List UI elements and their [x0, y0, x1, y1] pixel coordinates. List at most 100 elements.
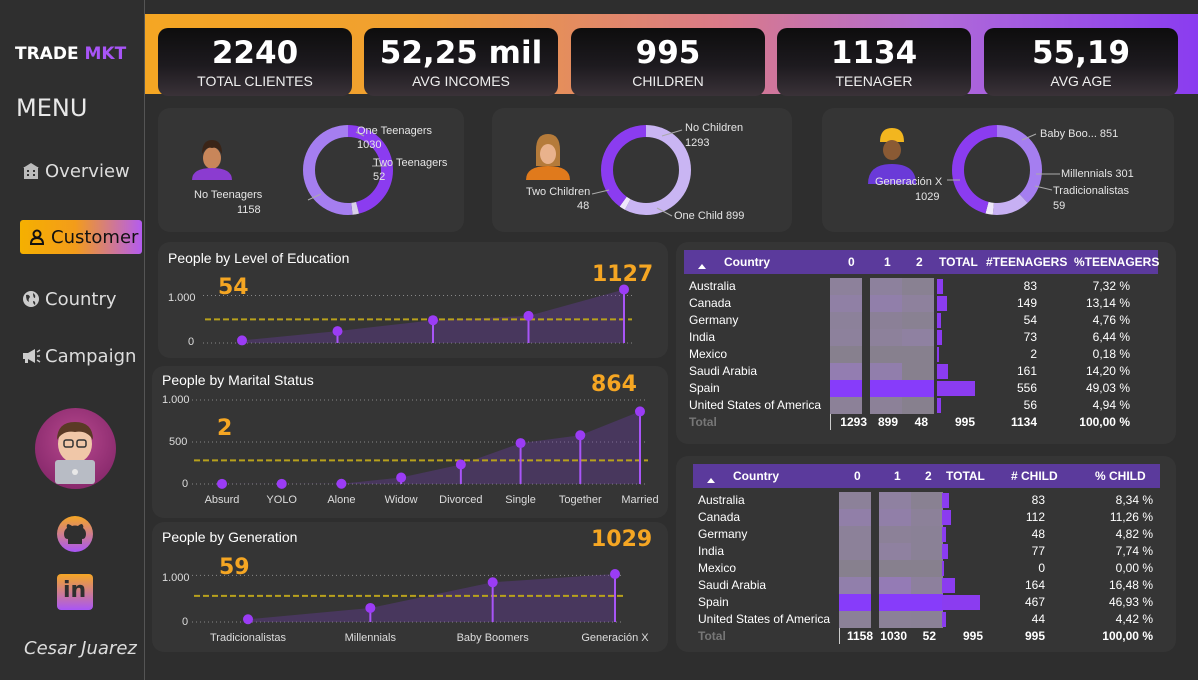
- donut-label: No Children: [685, 122, 744, 134]
- heatmap-cell: [830, 346, 862, 363]
- total-bar: [942, 578, 956, 593]
- lollipop-point[interactable]: [575, 430, 586, 441]
- lollipop-point[interactable]: [515, 438, 526, 449]
- donut-label: Millennials 301: [1061, 168, 1134, 180]
- percent-cell: 49,03 %: [1085, 381, 1130, 395]
- heatmap-cell: [902, 346, 934, 363]
- nav-overview-label: Overview: [45, 160, 130, 182]
- lollipop-point[interactable]: [276, 478, 287, 489]
- total-bar: [937, 279, 943, 294]
- column-header[interactable]: 1: [884, 255, 891, 269]
- column-header[interactable]: % CHILD: [1095, 469, 1146, 483]
- lollipop-point[interactable]: [217, 478, 227, 489]
- country-cell: Saudi Arabia: [698, 578, 767, 592]
- logo: TRADE MKT: [15, 44, 126, 64]
- count-cell: 149: [1016, 296, 1037, 310]
- percent-cell: 0,18 %: [1092, 347, 1130, 361]
- country-cell: India: [698, 544, 725, 558]
- building-icon: [20, 163, 42, 179]
- sort-arrow-icon[interactable]: [698, 264, 706, 269]
- nav-country[interactable]: Country: [20, 282, 142, 316]
- x-tick-label: Millennials: [345, 632, 397, 644]
- column-header[interactable]: TOTAL: [939, 255, 978, 269]
- nav-campaign[interactable]: Campaign: [20, 339, 142, 373]
- total-bar: [937, 398, 941, 413]
- heatmap-cell: [902, 278, 934, 295]
- total-bar: [937, 313, 941, 328]
- x-tick-label: Married: [621, 494, 658, 506]
- heatmap-cell: [870, 329, 902, 346]
- heatmap-cell: [902, 363, 934, 380]
- github-icon[interactable]: [55, 514, 95, 554]
- lollipop-point[interactable]: [332, 326, 343, 337]
- heatmap-cell: [839, 492, 871, 509]
- lollipop-plot: Tradicionalistas Millennials Baby Boomers G…: [192, 568, 649, 644]
- column-header[interactable]: TOTAL: [946, 469, 985, 483]
- column-header[interactable]: 1: [894, 469, 901, 483]
- lollipop-point[interactable]: [610, 568, 620, 579]
- heatmap-cell: [870, 346, 902, 363]
- column-header[interactable]: #TEENAGERS: [986, 255, 1067, 269]
- heatmap-cell: [830, 363, 862, 380]
- lollipop-point[interactable]: [487, 577, 498, 588]
- total-cell: 995: [962, 629, 983, 643]
- table-children: Country 0 1 2 TOTAL # CHILD % CHILD Australia 83…: [693, 464, 1163, 649]
- lollipop-point[interactable]: [336, 478, 347, 489]
- donut-value: 1030: [357, 139, 382, 151]
- country-cell: Spain: [698, 595, 729, 609]
- kpi-card: 995 CHILDREN: [571, 28, 765, 96]
- kpi-label: AVG INCOMES: [412, 73, 510, 89]
- total-bar: [937, 381, 975, 396]
- table-children-card: Country 0 1 2 TOTAL # CHILD % CHILD Australia 83…: [676, 456, 1176, 652]
- lollipop-point[interactable]: [237, 335, 247, 346]
- heatmap-cell: [911, 611, 943, 628]
- percent-cell: 16,48 %: [1108, 578, 1153, 592]
- column-header[interactable]: %TEENAGERS: [1074, 255, 1159, 269]
- percent-cell: 4,94 %: [1092, 398, 1130, 412]
- country-cell: Spain: [689, 381, 720, 395]
- column-header[interactable]: # CHILD: [1011, 469, 1058, 483]
- lollipop-point[interactable]: [396, 472, 407, 483]
- lollipop-point[interactable]: [365, 602, 376, 613]
- nav-customer[interactable]: Customer: [20, 220, 142, 254]
- heatmap-cell: [911, 509, 943, 526]
- donut-value: 1158: [237, 204, 261, 216]
- total-cell: Total: [689, 415, 717, 429]
- person-icon: [526, 134, 570, 180]
- heatmap-cell: [911, 526, 943, 543]
- lollipop-point[interactable]: [523, 310, 534, 321]
- percent-cell: 0,00 %: [1115, 561, 1153, 575]
- heatmap-cell: [830, 278, 862, 295]
- heatmap-cell: [830, 397, 862, 414]
- area-fill: [248, 573, 615, 622]
- count-cell: 556: [1016, 381, 1037, 395]
- heatmap-cell: [911, 560, 943, 577]
- heatmap-cell: [830, 312, 862, 329]
- percent-cell: 4,42 %: [1115, 612, 1153, 626]
- kpi-value: 52,25 mil: [379, 35, 543, 71]
- column-header[interactable]: 2: [925, 469, 932, 483]
- column-header[interactable]: 0: [854, 469, 861, 483]
- lollipop-point[interactable]: [455, 459, 466, 470]
- heatmap-cell: [879, 526, 911, 543]
- percent-cell: 4,82 %: [1115, 527, 1153, 541]
- nav-overview[interactable]: Overview: [20, 154, 142, 188]
- lollipop-point[interactable]: [619, 284, 629, 295]
- lollipop-point[interactable]: [243, 614, 253, 625]
- heatmap-cell: [911, 594, 943, 611]
- count-cell: 56: [1023, 398, 1037, 412]
- count-cell: 161: [1016, 364, 1037, 378]
- column-header[interactable]: 0: [848, 255, 855, 269]
- column-header[interactable]: Country: [733, 469, 779, 483]
- linkedin-icon[interactable]: in: [55, 572, 95, 612]
- lollipop-point[interactable]: [635, 406, 645, 417]
- column-header[interactable]: 2: [916, 255, 923, 269]
- count-cell: 44: [1031, 612, 1045, 626]
- heatmap-cell: [870, 278, 902, 295]
- column-header[interactable]: Country: [724, 255, 770, 269]
- megaphone-icon: [20, 348, 42, 364]
- kpi-value: 55,19: [1031, 35, 1131, 71]
- sort-arrow-icon[interactable]: [707, 478, 715, 483]
- lollipop-point[interactable]: [428, 315, 438, 326]
- heatmap-cell: [879, 509, 911, 526]
